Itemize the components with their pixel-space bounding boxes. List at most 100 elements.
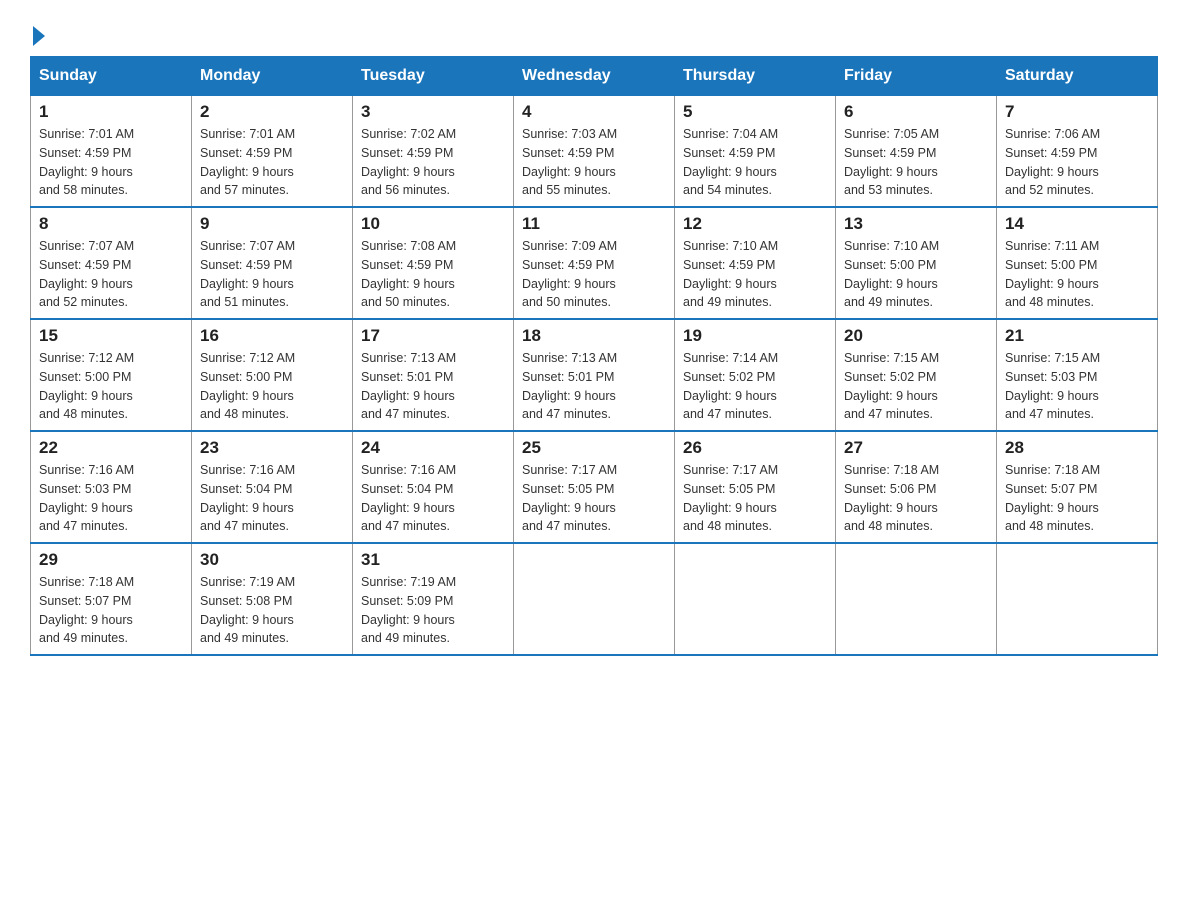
week-row-2: 8 Sunrise: 7:07 AMSunset: 4:59 PMDaylight… [31, 207, 1158, 319]
day-number: 13 [844, 214, 988, 234]
day-info: Sunrise: 7:18 AMSunset: 5:07 PMDaylight:… [39, 573, 183, 648]
day-number: 10 [361, 214, 505, 234]
day-info: Sunrise: 7:16 AMSunset: 5:03 PMDaylight:… [39, 461, 183, 536]
calendar-cell: 4 Sunrise: 7:03 AMSunset: 4:59 PMDaylight… [514, 96, 675, 208]
calendar-cell: 3 Sunrise: 7:02 AMSunset: 4:59 PMDaylight… [353, 96, 514, 208]
day-info: Sunrise: 7:13 AMSunset: 5:01 PMDaylight:… [522, 349, 666, 424]
calendar-cell: 24Sunrise: 7:16 AMSunset: 5:04 PMDayligh… [353, 431, 514, 543]
weekday-header-friday: Friday [836, 57, 997, 96]
day-number: 17 [361, 326, 505, 346]
day-info: Sunrise: 7:15 AMSunset: 5:02 PMDaylight:… [844, 349, 988, 424]
calendar-cell: 11 Sunrise: 7:09 AMSunset: 4:59 PMDayligh… [514, 207, 675, 319]
day-number: 7 [1005, 102, 1149, 122]
calendar-cell: 22 Sunrise: 7:16 AMSunset: 5:03 PMDayligh… [31, 431, 192, 543]
day-info: Sunrise: 7:11 AMSunset: 5:00 PMDaylight:… [1005, 237, 1149, 312]
day-number: 12 [683, 214, 827, 234]
weekday-header-sunday: Sunday [31, 57, 192, 96]
calendar-cell [836, 543, 997, 655]
day-number: 20 [844, 326, 988, 346]
page-header [30, 20, 1158, 46]
day-info: Sunrise: 7:10 AMSunset: 4:59 PMDaylight:… [683, 237, 827, 312]
week-row-3: 15Sunrise: 7:12 AMSunset: 5:00 PMDayligh… [31, 319, 1158, 431]
day-info: Sunrise: 7:01 AMSunset: 4:59 PMDaylight:… [200, 125, 344, 200]
day-info: Sunrise: 7:14 AMSunset: 5:02 PMDaylight:… [683, 349, 827, 424]
day-number: 26 [683, 438, 827, 458]
calendar-cell [675, 543, 836, 655]
calendar-cell: 2 Sunrise: 7:01 AMSunset: 4:59 PMDaylight… [192, 96, 353, 208]
day-number: 24 [361, 438, 505, 458]
calendar-cell: 5 Sunrise: 7:04 AMSunset: 4:59 PMDaylight… [675, 96, 836, 208]
calendar-cell: 1 Sunrise: 7:01 AMSunset: 4:59 PMDaylight… [31, 96, 192, 208]
day-info: Sunrise: 7:12 AMSunset: 5:00 PMDaylight:… [200, 349, 344, 424]
day-info: Sunrise: 7:06 AMSunset: 4:59 PMDaylight:… [1005, 125, 1149, 200]
calendar-cell: 12 Sunrise: 7:10 AMSunset: 4:59 PMDayligh… [675, 207, 836, 319]
calendar-cell: 27 Sunrise: 7:18 AMSunset: 5:06 PMDayligh… [836, 431, 997, 543]
day-info: Sunrise: 7:07 AMSunset: 4:59 PMDaylight:… [200, 237, 344, 312]
calendar-cell [997, 543, 1158, 655]
weekday-header-tuesday: Tuesday [353, 57, 514, 96]
day-number: 31 [361, 550, 505, 570]
calendar-cell: 7 Sunrise: 7:06 AMSunset: 4:59 PMDaylight… [997, 96, 1158, 208]
calendar-table: SundayMondayTuesdayWednesdayThursdayFrid… [30, 56, 1158, 656]
day-number: 5 [683, 102, 827, 122]
calendar-cell: 14Sunrise: 7:11 AMSunset: 5:00 PMDayligh… [997, 207, 1158, 319]
calendar-cell: 21Sunrise: 7:15 AMSunset: 5:03 PMDayligh… [997, 319, 1158, 431]
week-row-5: 29 Sunrise: 7:18 AMSunset: 5:07 PMDayligh… [31, 543, 1158, 655]
weekday-header-monday: Monday [192, 57, 353, 96]
day-info: Sunrise: 7:17 AMSunset: 5:05 PMDaylight:… [522, 461, 666, 536]
calendar-cell: 10Sunrise: 7:08 AMSunset: 4:59 PMDayligh… [353, 207, 514, 319]
day-info: Sunrise: 7:13 AMSunset: 5:01 PMDaylight:… [361, 349, 505, 424]
weekday-header-row: SundayMondayTuesdayWednesdayThursdayFrid… [31, 57, 1158, 96]
day-number: 8 [39, 214, 183, 234]
day-number: 29 [39, 550, 183, 570]
calendar-cell: 30Sunrise: 7:19 AMSunset: 5:08 PMDayligh… [192, 543, 353, 655]
day-number: 2 [200, 102, 344, 122]
day-info: Sunrise: 7:12 AMSunset: 5:00 PMDaylight:… [39, 349, 183, 424]
day-info: Sunrise: 7:02 AMSunset: 4:59 PMDaylight:… [361, 125, 505, 200]
day-info: Sunrise: 7:03 AMSunset: 4:59 PMDaylight:… [522, 125, 666, 200]
weekday-header-thursday: Thursday [675, 57, 836, 96]
calendar-cell: 19Sunrise: 7:14 AMSunset: 5:02 PMDayligh… [675, 319, 836, 431]
day-info: Sunrise: 7:10 AMSunset: 5:00 PMDaylight:… [844, 237, 988, 312]
day-number: 6 [844, 102, 988, 122]
calendar-cell [514, 543, 675, 655]
day-info: Sunrise: 7:19 AMSunset: 5:09 PMDaylight:… [361, 573, 505, 648]
calendar-cell: 28 Sunrise: 7:18 AMSunset: 5:07 PMDayligh… [997, 431, 1158, 543]
weekday-header-wednesday: Wednesday [514, 57, 675, 96]
week-row-4: 22 Sunrise: 7:16 AMSunset: 5:03 PMDayligh… [31, 431, 1158, 543]
day-number: 27 [844, 438, 988, 458]
weekday-header-saturday: Saturday [997, 57, 1158, 96]
day-info: Sunrise: 7:01 AMSunset: 4:59 PMDaylight:… [39, 125, 183, 200]
day-info: Sunrise: 7:05 AMSunset: 4:59 PMDaylight:… [844, 125, 988, 200]
day-info: Sunrise: 7:17 AMSunset: 5:05 PMDaylight:… [683, 461, 827, 536]
calendar-cell: 20 Sunrise: 7:15 AMSunset: 5:02 PMDayligh… [836, 319, 997, 431]
calendar-cell: 18 Sunrise: 7:13 AMSunset: 5:01 PMDayligh… [514, 319, 675, 431]
calendar-cell: 8 Sunrise: 7:07 AMSunset: 4:59 PMDaylight… [31, 207, 192, 319]
logo [30, 20, 45, 46]
day-info: Sunrise: 7:18 AMSunset: 5:07 PMDaylight:… [1005, 461, 1149, 536]
day-info: Sunrise: 7:18 AMSunset: 5:06 PMDaylight:… [844, 461, 988, 536]
day-number: 4 [522, 102, 666, 122]
day-number: 21 [1005, 326, 1149, 346]
day-number: 18 [522, 326, 666, 346]
day-info: Sunrise: 7:04 AMSunset: 4:59 PMDaylight:… [683, 125, 827, 200]
day-info: Sunrise: 7:16 AMSunset: 5:04 PMDaylight:… [200, 461, 344, 536]
calendar-cell: 31 Sunrise: 7:19 AMSunset: 5:09 PMDayligh… [353, 543, 514, 655]
day-number: 23 [200, 438, 344, 458]
day-number: 25 [522, 438, 666, 458]
day-number: 11 [522, 214, 666, 234]
day-number: 3 [361, 102, 505, 122]
calendar-cell: 29 Sunrise: 7:18 AMSunset: 5:07 PMDayligh… [31, 543, 192, 655]
day-info: Sunrise: 7:09 AMSunset: 4:59 PMDaylight:… [522, 237, 666, 312]
week-row-1: 1 Sunrise: 7:01 AMSunset: 4:59 PMDaylight… [31, 96, 1158, 208]
calendar-cell: 15Sunrise: 7:12 AMSunset: 5:00 PMDayligh… [31, 319, 192, 431]
day-number: 28 [1005, 438, 1149, 458]
calendar-cell: 17 Sunrise: 7:13 AMSunset: 5:01 PMDayligh… [353, 319, 514, 431]
calendar-cell: 6 Sunrise: 7:05 AMSunset: 4:59 PMDaylight… [836, 96, 997, 208]
day-number: 1 [39, 102, 183, 122]
calendar-cell: 23 Sunrise: 7:16 AMSunset: 5:04 PMDayligh… [192, 431, 353, 543]
day-number: 22 [39, 438, 183, 458]
day-info: Sunrise: 7:07 AMSunset: 4:59 PMDaylight:… [39, 237, 183, 312]
calendar-cell: 25 Sunrise: 7:17 AMSunset: 5:05 PMDayligh… [514, 431, 675, 543]
logo-arrow-icon [33, 26, 45, 46]
